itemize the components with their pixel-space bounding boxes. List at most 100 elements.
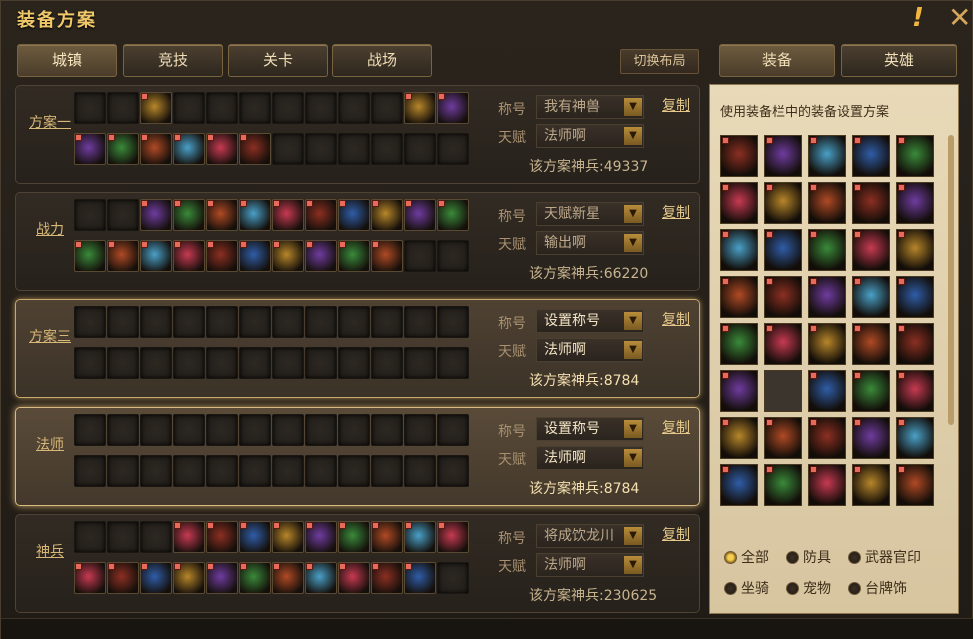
equipment-slot[interactable] xyxy=(206,521,238,553)
inventory-item[interactable] xyxy=(852,370,890,412)
equipment-slot[interactable] xyxy=(371,199,403,231)
filter-pet[interactable]: 宠物 xyxy=(786,578,831,598)
equipment-slot-empty[interactable] xyxy=(140,306,172,338)
inventory-item[interactable] xyxy=(808,417,846,459)
equipment-slot-empty[interactable] xyxy=(437,347,469,379)
inventory-item[interactable] xyxy=(852,323,890,365)
equipment-slot-empty[interactable] xyxy=(371,92,403,124)
equipment-slot-empty[interactable] xyxy=(173,455,205,487)
inventory-item[interactable] xyxy=(852,276,890,318)
equipment-slot-empty[interactable] xyxy=(239,414,271,446)
equipment-slot[interactable] xyxy=(140,199,172,231)
equipment-slot-empty[interactable] xyxy=(107,199,139,231)
tab-hero[interactable]: 英雄 xyxy=(841,44,957,77)
equipment-slot[interactable] xyxy=(140,92,172,124)
equipment-slot-empty[interactable] xyxy=(305,92,337,124)
equipment-slot[interactable] xyxy=(404,562,436,594)
equipment-slot-empty[interactable] xyxy=(338,347,370,379)
tab-town[interactable]: 城镇 xyxy=(17,44,117,77)
inventory-item[interactable] xyxy=(852,464,890,506)
plan-card[interactable]: 方案一 称号 我有神兽 ▼ 天赋 法师啊 ▼ 复制 该方案神兵:49337 xyxy=(15,85,700,184)
equipment-slot[interactable] xyxy=(404,521,436,553)
equipment-slot-empty[interactable] xyxy=(239,92,271,124)
equipment-slot[interactable] xyxy=(173,562,205,594)
equipment-slot-empty[interactable] xyxy=(173,347,205,379)
copy-button[interactable]: 复制 xyxy=(662,524,690,544)
equipment-slot-empty[interactable] xyxy=(437,306,469,338)
equipment-slot[interactable] xyxy=(272,521,304,553)
equipment-slot-empty[interactable] xyxy=(140,521,172,553)
equipment-slot-empty[interactable] xyxy=(107,414,139,446)
equipment-slot-empty[interactable] xyxy=(371,133,403,165)
equipment-slot-empty[interactable] xyxy=(206,92,238,124)
equipment-slot-empty[interactable] xyxy=(437,414,469,446)
equipment-slot-empty[interactable] xyxy=(437,562,469,594)
equipment-slot-empty[interactable] xyxy=(305,306,337,338)
equipment-slot[interactable] xyxy=(404,199,436,231)
inventory-item[interactable] xyxy=(720,135,758,177)
equipment-slot-empty[interactable] xyxy=(206,414,238,446)
talent-dropdown[interactable]: 法师啊 ▼ xyxy=(536,446,644,470)
equipment-slot-empty[interactable] xyxy=(173,414,205,446)
inventory-item[interactable] xyxy=(720,229,758,271)
plan-card[interactable]: 战力 称号 天赋新星 ▼ 天赋 输出啊 ▼ 复制 该方案神兵:66220 xyxy=(15,192,700,291)
equipment-slot[interactable] xyxy=(305,199,337,231)
equipment-slot-empty[interactable] xyxy=(107,306,139,338)
equipment-slot[interactable] xyxy=(173,240,205,272)
equipment-slot-empty[interactable] xyxy=(437,455,469,487)
copy-button[interactable]: 复制 xyxy=(662,417,690,437)
equipment-slot[interactable] xyxy=(74,240,106,272)
inventory-item[interactable] xyxy=(764,276,802,318)
inventory-item[interactable] xyxy=(808,323,846,365)
equipment-slot-empty[interactable] xyxy=(404,414,436,446)
equipment-slot-empty[interactable] xyxy=(107,92,139,124)
title-dropdown[interactable]: 设置称号 ▼ xyxy=(536,417,644,441)
inventory-item[interactable] xyxy=(764,464,802,506)
inventory-item[interactable] xyxy=(720,370,758,412)
equipment-slot-empty[interactable] xyxy=(74,199,106,231)
equipment-slot-empty[interactable] xyxy=(206,455,238,487)
equipment-slot-empty[interactable] xyxy=(338,133,370,165)
inventory-item[interactable] xyxy=(764,135,802,177)
equipment-slot-empty[interactable] xyxy=(140,455,172,487)
equipment-slot[interactable] xyxy=(107,240,139,272)
equipment-slot[interactable] xyxy=(74,562,106,594)
equipment-slot-empty[interactable] xyxy=(272,414,304,446)
equipment-slot[interactable] xyxy=(173,133,205,165)
equipment-slot-empty[interactable] xyxy=(173,306,205,338)
inventory-item[interactable] xyxy=(896,276,934,318)
tab-equipment[interactable]: 装备 xyxy=(719,44,835,77)
equipment-slot[interactable] xyxy=(305,562,337,594)
equipment-slot[interactable] xyxy=(239,199,271,231)
equipment-slot[interactable] xyxy=(371,521,403,553)
equipment-slot[interactable] xyxy=(437,92,469,124)
copy-button[interactable]: 复制 xyxy=(662,95,690,115)
inventory-item[interactable] xyxy=(896,370,934,412)
inventory-item[interactable] xyxy=(808,182,846,224)
tab-battlefield[interactable]: 战场 xyxy=(332,44,432,77)
equipment-slot[interactable] xyxy=(239,521,271,553)
inventory-item[interactable] xyxy=(852,417,890,459)
equipment-slot-empty[interactable] xyxy=(371,414,403,446)
title-dropdown[interactable]: 天赋新星 ▼ xyxy=(536,202,644,226)
inventory-item[interactable] xyxy=(852,135,890,177)
equipment-slot[interactable] xyxy=(371,240,403,272)
equipment-slot-empty[interactable] xyxy=(239,455,271,487)
title-dropdown[interactable]: 将成饮龙川 ▼ xyxy=(536,524,644,548)
equipment-slot-empty[interactable] xyxy=(404,240,436,272)
plan-name[interactable]: 神兵 xyxy=(21,541,79,561)
talent-dropdown[interactable]: 法师啊 ▼ xyxy=(536,338,644,362)
equipment-slot[interactable] xyxy=(140,562,172,594)
copy-button[interactable]: 复制 xyxy=(662,309,690,329)
equipment-slot[interactable] xyxy=(140,240,172,272)
equipment-slot-empty[interactable] xyxy=(206,347,238,379)
inventory-item[interactable] xyxy=(764,370,802,412)
equipment-slot-empty[interactable] xyxy=(404,455,436,487)
talent-dropdown[interactable]: 法师啊 ▼ xyxy=(536,124,644,148)
equipment-slot-empty[interactable] xyxy=(140,414,172,446)
equipment-slot-empty[interactable] xyxy=(338,306,370,338)
inventory-item[interactable] xyxy=(896,417,934,459)
equipment-slot-empty[interactable] xyxy=(107,347,139,379)
equipment-slot-empty[interactable] xyxy=(74,92,106,124)
filter-accessory[interactable]: 台牌饰 xyxy=(848,578,907,598)
